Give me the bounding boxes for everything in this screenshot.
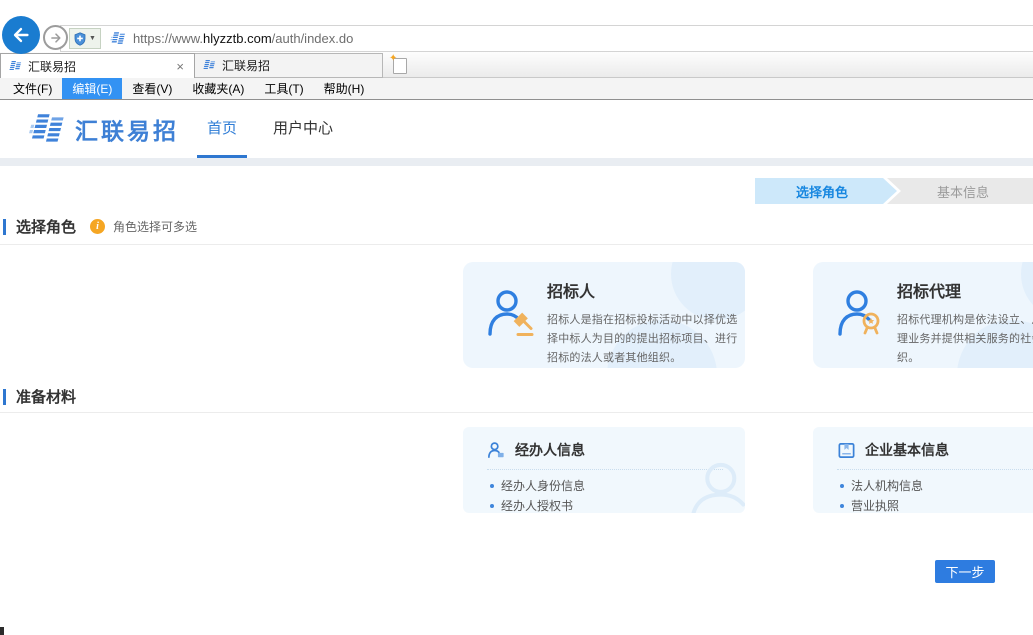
menu-view[interactable]: 查看(V) — [122, 78, 182, 99]
step-select-role: 选择角色 — [755, 178, 897, 204]
tab-favicon-icon — [202, 59, 216, 72]
material-card-title: 企业基本信息 — [865, 440, 949, 460]
new-tab-button[interactable]: ✦ — [393, 58, 407, 74]
role-card-tenderer[interactable]: 招标人 招标人是指在招标投标活动中以择优选择中标人为目的的提出招标项目、进行招标… — [463, 262, 745, 368]
menu-bar: 文件(F) 编辑(E) 查看(V) 收藏夹(A) 工具(T) 帮助(H) — [0, 78, 1033, 100]
arrow-right-icon — [49, 31, 63, 45]
header-divider-band — [0, 158, 1033, 166]
page-content: 基本信息 选择角色 选择角色 i 角色选择可多选 招标人 招标人是指在招标投标活… — [0, 166, 1033, 635]
section-materials: 准备材料 — [3, 386, 76, 407]
browser-chrome: ▼ https://www.hlyzztb.com/auth/index.do — [0, 0, 1033, 100]
shield-plus-icon — [74, 32, 86, 46]
site-header: 汇联易招 首页 用户中心 — [0, 100, 1033, 158]
brand-name: 汇联易招 — [75, 112, 179, 146]
menu-file[interactable]: 文件(F) — [3, 78, 62, 99]
role-card-title: 招标代理 — [897, 278, 1033, 302]
back-button[interactable] — [2, 16, 40, 54]
section-accent-bar — [3, 389, 6, 405]
screen-corner-artifact — [0, 627, 4, 635]
divider — [0, 244, 1033, 245]
address-bar[interactable]: ▼ https://www.hlyzztb.com/auth/index.do — [60, 25, 1033, 52]
menu-edit[interactable]: 编辑(E) — [62, 78, 122, 99]
menu-help[interactable]: 帮助(H) — [314, 78, 375, 99]
forward-button[interactable] — [43, 25, 68, 50]
tab-title: 汇联易招 — [222, 57, 375, 74]
person-card-icon — [487, 441, 506, 460]
nav-user-center[interactable]: 用户中心 — [263, 100, 343, 158]
certificate-icon — [837, 441, 856, 460]
section-select-role: 选择角色 i 角色选择可多选 — [3, 216, 197, 237]
role-card-description: 招标人是指在招标投标活动中以择优选择中标人为目的的提出招标项目、进行招标的法人或… — [547, 311, 743, 368]
browser-window: ▼ https://www.hlyzztb.com/auth/index.do — [0, 0, 1033, 635]
info-icon: i — [90, 219, 105, 234]
section-title-text: 选择角色 — [16, 216, 76, 237]
brand-logo-icon — [28, 112, 66, 146]
compatibility-view-button[interactable]: ▼ — [69, 28, 101, 49]
arrow-left-icon — [10, 24, 32, 46]
material-item: 法人机构信息 — [840, 476, 1033, 496]
browser-tab-active[interactable]: 汇联易招 × — [0, 53, 195, 78]
new-tab-star-icon: ✦ — [389, 53, 397, 64]
chevron-down-icon: ▼ — [89, 35, 96, 42]
role-card-description: 招标代理机构是依法设立、从事招标代理业务并提供相关服务的社会中介组织。 — [897, 311, 1033, 368]
tab-favicon-icon — [8, 60, 22, 73]
person-gavel-icon — [485, 287, 541, 343]
site-favicon-icon — [110, 31, 126, 46]
menu-tools[interactable]: 工具(T) — [254, 78, 313, 99]
material-card-company-info: 企业基本信息 法人机构信息 营业执照 — [813, 427, 1033, 513]
material-card-title: 经办人信息 — [515, 440, 585, 460]
url-host: hlyzztb.com — [203, 31, 272, 46]
role-card-agency[interactable]: 招标代理 招标代理机构是依法设立、从事招标代理业务并提供相关服务的社会中介组织。 — [813, 262, 1033, 368]
tab-title: 汇联易招 — [28, 58, 173, 75]
nav-home[interactable]: 首页 — [197, 100, 247, 158]
step-basic-info: 基本信息 — [887, 178, 1033, 204]
section-accent-bar — [3, 219, 6, 235]
menu-favorites[interactable]: 收藏夹(A) — [182, 78, 254, 99]
person-medal-icon — [835, 287, 891, 343]
material-card-agent-info: 经办人信息 经办人身份信息 经办人授权书 — [463, 427, 745, 513]
material-item: 营业执照 — [840, 496, 1033, 513]
role-card-title: 招标人 — [547, 278, 743, 302]
browser-tab-background[interactable]: 汇联易招 — [195, 53, 383, 78]
divider — [0, 412, 1033, 413]
site-nav: 首页 用户中心 — [197, 100, 359, 158]
close-tab-icon[interactable]: × — [173, 59, 187, 74]
section-hint: 角色选择可多选 — [113, 218, 197, 235]
url-text: https://www.hlyzztb.com/auth/index.do — [133, 31, 353, 46]
site-logo[interactable]: 汇联易招 — [28, 112, 179, 146]
next-step-button[interactable]: 下一步 — [935, 560, 995, 583]
person-watermark-icon — [683, 455, 745, 513]
material-list: 法人机构信息 营业执照 — [840, 476, 1033, 513]
section-title-text: 准备材料 — [16, 386, 76, 407]
dotted-divider — [837, 469, 1033, 470]
tab-bar: 汇联易招 × 汇联易招 ✦ — [0, 52, 1033, 78]
